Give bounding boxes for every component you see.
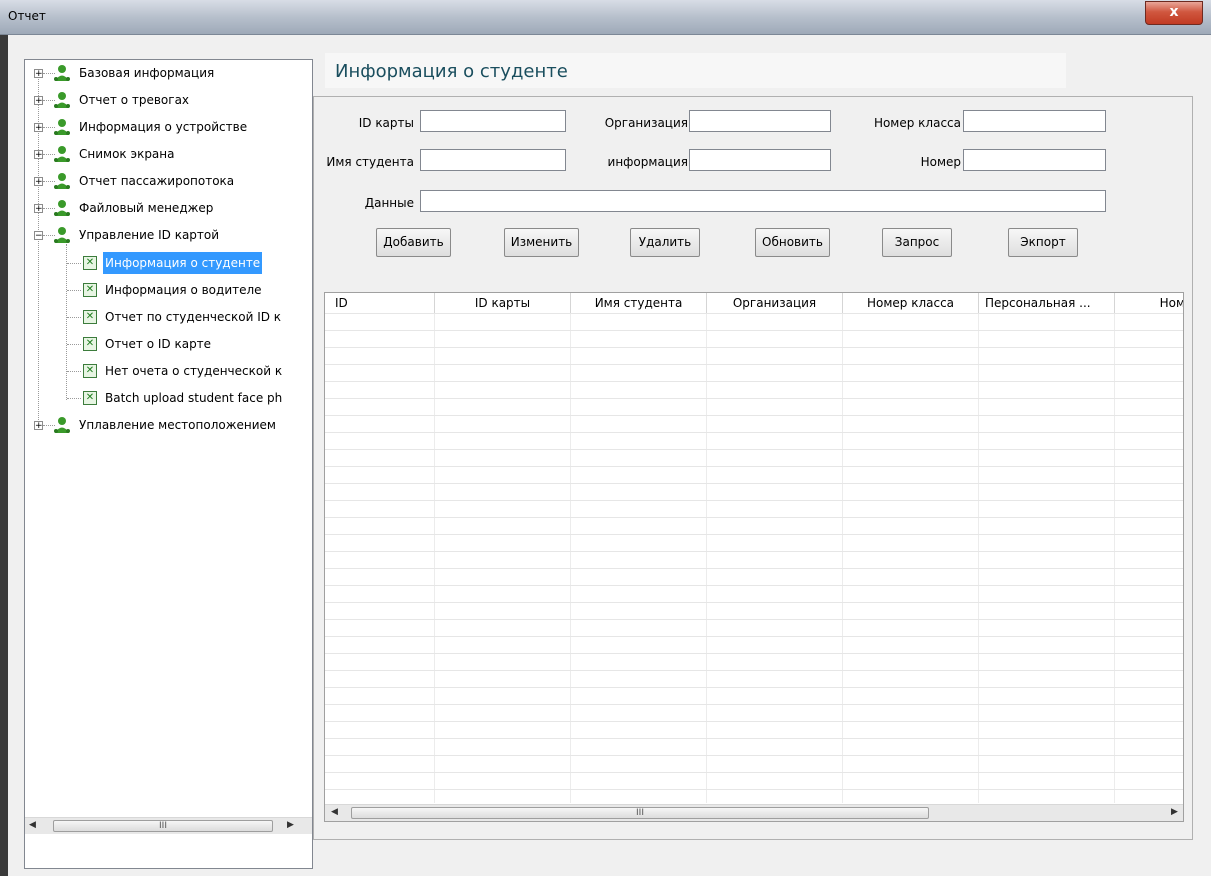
info-input[interactable] [689, 149, 831, 171]
title-bar: Отчет x [0, 0, 1211, 35]
report-icon: ✕ [83, 310, 97, 324]
column-header-id[interactable]: ID [325, 293, 435, 313]
data-label: Данные [364, 196, 414, 210]
tree-horizontal-scrollbar[interactable]: ◀ III ▶ [25, 817, 312, 834]
table-horizontal-scrollbar[interactable]: ◀ III ▶ [325, 804, 1183, 821]
scroll-left-icon[interactable]: ◀ [29, 820, 36, 830]
page-title: Информация о студенте [335, 61, 568, 82]
expand-icon[interactable]: + [34, 177, 43, 187]
class-number-label: Номер класса [873, 116, 961, 130]
tree-item-label: Отчет пассажиропотока [79, 174, 235, 188]
group-user-icon [54, 200, 70, 216]
table-body [325, 313, 1183, 803]
group-user-icon [54, 417, 70, 433]
tree-line [67, 344, 81, 345]
tree-line [67, 263, 81, 264]
tree-item-label: Уплавление местоположением [79, 418, 276, 432]
tree-line [67, 290, 81, 291]
expand-icon[interactable]: + [34, 150, 43, 160]
number-input[interactable] [963, 149, 1106, 171]
tree-item-label: Снимок экрана [79, 147, 175, 161]
table-header: ID ID карты Имя студента Организация Ном… [325, 293, 1183, 314]
tree-item-label: Отчет по студенческой ID к [105, 310, 282, 324]
report-window: Отчет x + Базовая информация + Отчет о т… [0, 0, 1211, 876]
report-icon: ✕ [83, 256, 97, 270]
column-header-personal[interactable]: Персональная ... [979, 293, 1115, 313]
expand-icon[interactable]: + [34, 421, 43, 431]
tree-item-label: Отчет о тревогах [79, 93, 190, 107]
add-button[interactable]: Добавить [376, 228, 451, 257]
report-icon: ✕ [83, 391, 97, 405]
card-id-input[interactable] [420, 110, 566, 132]
collapse-icon[interactable]: − [34, 231, 43, 241]
scroll-right-icon[interactable]: ▶ [287, 820, 294, 830]
tree-item-label: Управление ID картой [79, 228, 220, 242]
column-header-class-number[interactable]: Номер класса [843, 293, 979, 313]
info-label: информация [607, 155, 688, 169]
scroll-right-icon[interactable]: ▶ [1171, 807, 1178, 817]
tree-item-label: Информация о студенте [103, 252, 263, 274]
group-user-icon [54, 119, 70, 135]
organization-input[interactable] [689, 110, 831, 132]
report-icon: ✕ [83, 337, 97, 351]
scroll-thumb[interactable]: III [351, 807, 929, 819]
number-label: Номер [920, 155, 961, 169]
report-icon: ✕ [83, 283, 97, 297]
expand-icon[interactable]: + [34, 204, 43, 214]
class-number-input[interactable] [963, 110, 1106, 132]
tree-line [66, 244, 67, 400]
organization-label: Организация [604, 116, 688, 130]
column-header-number[interactable]: Ном [1115, 293, 1183, 313]
scroll-left-icon[interactable]: ◀ [331, 807, 338, 817]
group-user-icon [54, 146, 70, 162]
navigation-tree: + Базовая информация + Отчет о тревогах … [24, 59, 313, 869]
card-id-label: ID карты [358, 116, 414, 130]
scroll-thumb[interactable]: III [53, 820, 273, 832]
tree-item-label: Batch upload student face ph [105, 391, 283, 405]
column-header-organization[interactable]: Организация [707, 293, 843, 313]
tree-item-label: Отчет о ID карте [105, 337, 212, 351]
page-heading-bar: Информация о студенте [325, 53, 1066, 88]
window-title: Отчет [8, 9, 46, 23]
edit-button[interactable]: Изменить [504, 228, 579, 257]
student-name-label: Имя студента [326, 155, 414, 169]
column-header-student-name[interactable]: Имя студента [571, 293, 707, 313]
tree-item-label: Базовая информация [79, 66, 215, 80]
expand-icon[interactable]: + [34, 69, 43, 79]
expand-icon[interactable]: + [34, 96, 43, 106]
tree-item-label: Файловый менеджер [79, 201, 214, 215]
tree-line [67, 317, 81, 318]
data-input[interactable] [420, 190, 1106, 212]
delete-button[interactable]: Удалить [630, 228, 700, 257]
export-button[interactable]: Экпорт [1008, 228, 1078, 257]
tree-line [67, 398, 81, 399]
tree-item-label: Информация о устройстве [79, 120, 248, 134]
close-button[interactable]: x [1145, 1, 1203, 25]
group-user-icon [54, 227, 70, 243]
tree-item-label: Нет очета о студенческой к [105, 364, 283, 378]
query-button[interactable]: Запрос [882, 228, 952, 257]
refresh-button[interactable]: Обновить [755, 228, 830, 257]
tree-line [67, 371, 81, 372]
group-user-icon [54, 173, 70, 189]
student-name-input[interactable] [420, 149, 566, 171]
students-table: ID ID карты Имя студента Организация Ном… [324, 292, 1184, 822]
group-user-icon [54, 92, 70, 108]
tree-item-label: Информация о водителе [105, 283, 262, 297]
expand-icon[interactable]: + [34, 123, 43, 133]
column-header-card-id[interactable]: ID карты [435, 293, 571, 313]
report-icon: ✕ [83, 364, 97, 378]
group-user-icon [54, 65, 70, 81]
